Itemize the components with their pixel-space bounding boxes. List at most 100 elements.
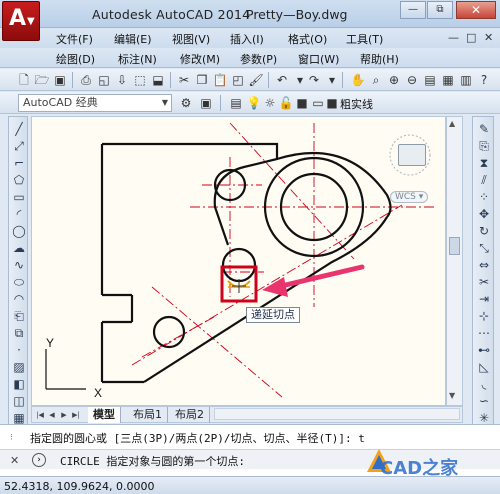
line-icon[interactable]: ╱ [11, 121, 27, 137]
tab-layout2[interactable]: 布局2 [170, 407, 210, 423]
menu-modify[interactable]: 修改(M) [180, 51, 220, 67]
construction-line-icon[interactable]: ⤢ [11, 138, 27, 154]
wcs-menu[interactable]: WCS ▾ [390, 191, 429, 203]
match-properties-icon[interactable]: ◰ [230, 72, 246, 88]
preview-icon[interactable]: ◱ [96, 72, 112, 88]
menu-parametric[interactable]: 参数(P) [240, 51, 277, 67]
extend-icon[interactable]: ⇥ [476, 291, 492, 307]
rectangle-icon[interactable]: ▭ [11, 189, 27, 205]
ellipse-icon[interactable]: ⬭ [11, 274, 27, 290]
new-icon[interactable]: 🗋 [16, 72, 32, 88]
design-center-icon[interactable]: ▦ [440, 72, 456, 88]
print-icon[interactable]: ⎙ [78, 72, 94, 88]
workspace-select[interactable]: AutoCAD 经典 ▼ [18, 94, 172, 112]
tab-prev-icon[interactable]: ◀ [47, 409, 57, 421]
color-swatch-icon[interactable]: ■ [324, 95, 340, 111]
undo-icon[interactable]: ↶ [274, 72, 290, 88]
lock-icon[interactable]: 🔓 [278, 95, 294, 111]
erase-icon[interactable]: ✎ [476, 121, 492, 137]
mirror-icon[interactable]: ⧗ [476, 155, 492, 171]
make-block-icon[interactable]: ⧉ [11, 325, 27, 341]
blend-icon[interactable]: ∽ [476, 393, 492, 409]
application-menu-button[interactable]: A ▼ [2, 1, 40, 41]
3d-print-icon[interactable]: ⬓ [150, 72, 166, 88]
horizontal-scrollbar[interactable] [214, 408, 460, 420]
copy-object-icon[interactable]: ⎘ [476, 138, 492, 154]
properties-icon[interactable]: ▤ [422, 72, 438, 88]
viewcube-face[interactable] [398, 144, 426, 166]
command-prompt[interactable]: CIRCLE 指定对象与圆的第一个切点: [60, 453, 245, 469]
rotate-icon[interactable]: ↻ [476, 223, 492, 239]
drawing-canvas[interactable]: Y X WCS ▾ 递延切点 [31, 116, 446, 406]
workspace-settings-icon[interactable]: ▣ [198, 95, 214, 111]
tab-first-icon[interactable]: |◀ [35, 409, 45, 421]
close-button[interactable]: ✕ [456, 1, 496, 19]
scroll-thumb[interactable] [449, 237, 460, 255]
menu-help[interactable]: 帮助(H) [360, 51, 399, 67]
doc-close-button[interactable]: ✕ [484, 31, 493, 44]
tab-last-icon[interactable]: ▶| [71, 409, 81, 421]
trim-icon[interactable]: ✂ [476, 274, 492, 290]
point-icon[interactable]: · [11, 342, 27, 358]
menu-edit[interactable]: 编辑(E) [114, 31, 152, 47]
polygon-icon[interactable]: ⬠ [11, 172, 27, 188]
fillet-icon[interactable]: ◟ [476, 376, 492, 392]
revcloud-icon[interactable]: ☁ [11, 240, 27, 256]
scroll-up-icon[interactable]: ▲ [449, 119, 455, 128]
menu-format[interactable]: 格式(O) [288, 31, 327, 47]
vertical-scrollbar[interactable]: ▲ ▼ [446, 116, 463, 406]
cut-icon[interactable]: ✂ [176, 72, 192, 88]
arc-icon[interactable]: ◜ [11, 206, 27, 222]
scale-icon[interactable]: ⤡ [476, 240, 492, 256]
menu-view[interactable]: 视图(V) [172, 31, 210, 47]
stretch-icon[interactable]: ⇔ [476, 257, 492, 273]
tab-layout1[interactable]: 布局1 [128, 407, 168, 423]
brush-icon[interactable]: 🖌 [248, 72, 264, 88]
hatch-icon[interactable]: ▨ [11, 359, 27, 375]
menu-file[interactable]: 文件(F) [56, 31, 93, 47]
tab-model[interactable]: 模型 [88, 407, 121, 423]
gear-icon[interactable]: ⚙ [178, 95, 194, 111]
zoom-realtime-icon[interactable]: ⌕ [368, 72, 384, 88]
array-icon[interactable]: ⁘ [476, 189, 492, 205]
insert-block-icon[interactable]: ⎗ [11, 308, 27, 324]
gradient-icon[interactable]: ◧ [11, 376, 27, 392]
move-icon[interactable]: ✥ [476, 206, 492, 222]
copy-icon[interactable]: ❐ [194, 72, 210, 88]
menu-draw[interactable]: 绘图(D) [56, 51, 95, 67]
publish-icon[interactable]: ⇩ [114, 72, 130, 88]
region-icon[interactable]: ◫ [11, 393, 27, 409]
close-icon[interactable]: ✕ [10, 454, 19, 467]
doc-minimize-button[interactable]: — [448, 31, 459, 44]
doc-restore-button[interactable]: □ [466, 31, 476, 44]
join-icon[interactable]: ⊷ [476, 342, 492, 358]
menu-insert[interactable]: 插入(I) [230, 31, 264, 47]
polyline-icon[interactable]: ⌐ [11, 155, 27, 171]
spline-icon[interactable]: ∿ [11, 257, 27, 273]
menu-dimension[interactable]: 标注(N) [118, 51, 157, 67]
current-layer-name[interactable]: 粗实线 [340, 96, 373, 112]
break-icon[interactable]: ⋯ [476, 325, 492, 341]
redo-icon[interactable]: ↷ [306, 72, 322, 88]
minimize-button[interactable]: — [400, 1, 426, 19]
restore-button[interactable]: ⧉ [427, 1, 453, 19]
coordinate-readout[interactable]: 52.4318, 109.9624, 0.0000 [4, 480, 154, 493]
offset-icon[interactable]: ⫽ [476, 172, 492, 188]
tool-palette-icon[interactable]: ▥ [458, 72, 474, 88]
save-icon[interactable]: ▣ [52, 72, 68, 88]
open-icon[interactable]: 🗁 [34, 72, 50, 88]
command-icon[interactable]: › [32, 453, 46, 467]
menu-tools[interactable]: 工具(T) [346, 31, 383, 47]
zoom-window-icon[interactable]: ⊕ [386, 72, 402, 88]
scroll-down-icon[interactable]: ▼ [449, 391, 455, 400]
break-point-icon[interactable]: ⊹ [476, 308, 492, 324]
tab-next-icon[interactable]: ▶ [59, 409, 69, 421]
chamfer-icon[interactable]: ◺ [476, 359, 492, 375]
layer-manager-icon[interactable]: ▤ [228, 95, 244, 111]
paste-icon[interactable]: 📋 [212, 72, 228, 88]
lightbulb-icon[interactable]: 💡 [246, 95, 262, 111]
layer-color-icon[interactable]: ■ [294, 95, 310, 111]
grip-icon[interactable]: ⁝ [10, 433, 13, 443]
3d-publish-icon[interactable]: ⬚ [132, 72, 148, 88]
sun-icon[interactable]: ☼ [262, 95, 278, 111]
